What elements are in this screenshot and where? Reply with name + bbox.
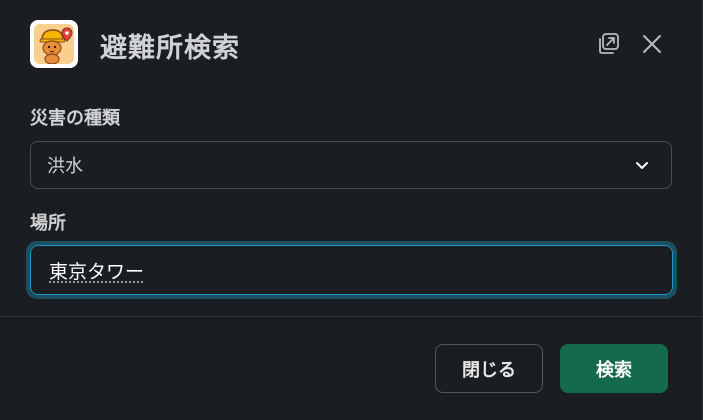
- close-dialog-button[interactable]: 閉じる: [435, 344, 543, 393]
- app-icon: [30, 20, 78, 68]
- close-icon: [643, 35, 661, 53]
- location-input[interactable]: 東京タワー: [30, 245, 673, 295]
- disaster-type-select[interactable]: 洪水: [30, 141, 672, 189]
- location-input-focus-ring: 東京タワー: [26, 241, 677, 299]
- shelter-app-icon: [34, 24, 74, 64]
- popout-icon: [599, 33, 619, 54]
- location-label: 場所: [30, 213, 66, 234]
- modal-title: 避難所検索: [100, 33, 240, 64]
- close-button[interactable]: [638, 30, 666, 58]
- shelter-search-modal: 避難所検索 災害の種類 洪水 場所 東京タワー 閉じる 検索: [0, 0, 703, 420]
- search-button[interactable]: 検索: [560, 344, 668, 393]
- modal-header: 避難所検索: [30, 20, 672, 70]
- footer-divider: [0, 316, 703, 317]
- disaster-type-label: 災害の種類: [30, 108, 120, 129]
- chevron-down-icon: [636, 162, 648, 169]
- disaster-type-value: 洪水: [47, 156, 83, 177]
- location-input-value: 東京タワー: [49, 260, 145, 283]
- popout-button[interactable]: [594, 30, 622, 58]
